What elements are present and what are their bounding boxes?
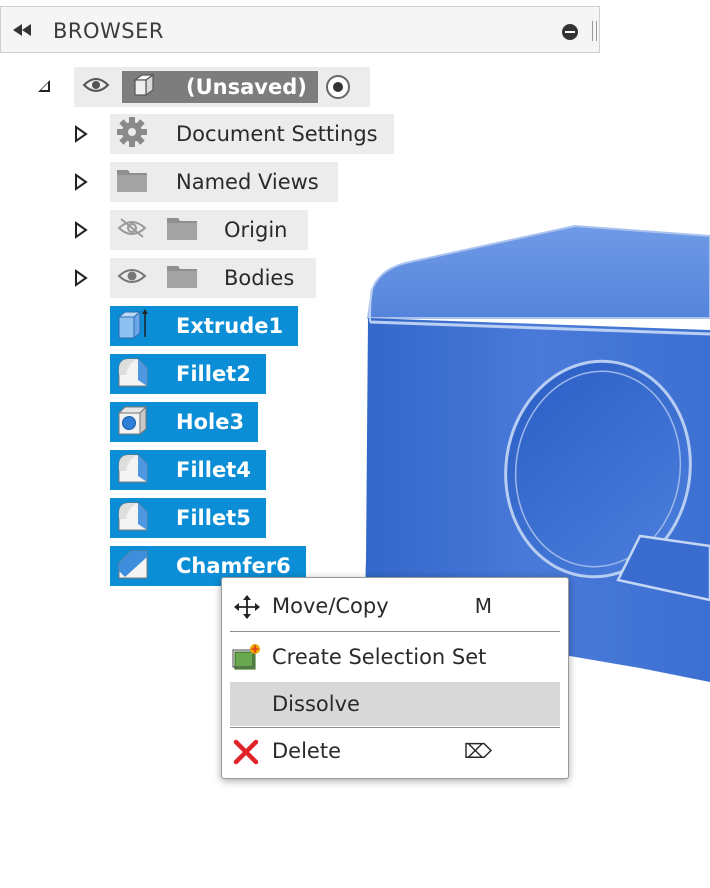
tree-feature-hole3[interactable]: Hole3	[110, 402, 258, 442]
root-component-label: (Unsaved)	[186, 75, 307, 99]
tree-folder-bodies[interactable]: Bodies	[110, 258, 316, 298]
gear-icon	[116, 116, 148, 152]
component-icon	[130, 72, 156, 102]
move-arrows-icon	[232, 594, 262, 624]
menu-separator	[230, 727, 560, 728]
menu-item-label: Move/Copy	[272, 594, 389, 618]
browser-panel-header: BROWSER	[0, 6, 600, 53]
browser-title: BROWSER	[53, 19, 164, 43]
expand-triangle-icon[interactable]	[74, 173, 88, 195]
activate-component-radio[interactable]	[326, 75, 350, 99]
folder-icon	[116, 167, 148, 197]
menu-item-delete[interactable]: Delete ⌦	[230, 729, 560, 773]
tree-folder-document-settings[interactable]: Document Settings	[110, 114, 394, 154]
extrude-icon	[116, 307, 150, 345]
expand-triangle-icon[interactable]	[74, 221, 88, 243]
eye-icon[interactable]	[82, 75, 110, 99]
context-menu: Move/Copy M Create Selection Set Dissolv…	[221, 577, 569, 779]
component-name-box[interactable]: (Unsaved)	[122, 71, 318, 103]
tree-item-label: Bodies	[224, 266, 295, 290]
root-expand-triangle-icon[interactable]	[36, 78, 54, 98]
expand-triangle-icon[interactable]	[74, 125, 88, 147]
tree-item-label: Named Views	[176, 170, 319, 194]
collapse-panel-icon[interactable]	[11, 21, 35, 43]
red-x-icon	[232, 739, 260, 769]
tree-item-label: Fillet4	[176, 458, 251, 482]
expand-triangle-icon[interactable]	[74, 269, 88, 291]
tree-item-label: Fillet2	[176, 362, 251, 386]
eye-icon[interactable]	[116, 265, 148, 291]
tree-item-label: Origin	[224, 218, 288, 242]
tree-folder-origin[interactable]: Origin	[110, 210, 308, 250]
folder-icon	[166, 215, 198, 245]
tree-item-label: Document Settings	[176, 122, 378, 146]
menu-item-label: Create Selection Set	[272, 645, 487, 669]
tree-root-component[interactable]: (Unsaved)	[74, 67, 370, 107]
tree-item-label: Chamfer6	[176, 554, 291, 578]
tree-feature-fillet2[interactable]: Fillet2	[110, 354, 266, 394]
hole-icon	[116, 403, 150, 441]
tree-feature-fillet4[interactable]: Fillet4	[110, 450, 266, 490]
menu-item-shortcut: M	[474, 594, 492, 618]
tree-item-label: Extrude1	[176, 314, 284, 338]
eye-hidden-icon[interactable]	[116, 217, 148, 243]
menu-separator	[230, 631, 560, 632]
tree-feature-extrude1[interactable]: Extrude1	[110, 306, 298, 346]
fillet-icon	[116, 499, 150, 537]
tree-feature-fillet5[interactable]: Fillet5	[110, 498, 266, 538]
tree-item-label: Hole3	[176, 410, 245, 434]
delete-key-icon: ⌦	[463, 739, 492, 763]
pin-panel-icon[interactable]	[562, 24, 578, 40]
menu-item-move-copy[interactable]: Move/Copy M	[230, 584, 560, 628]
fillet-icon	[116, 355, 150, 393]
chamfer-icon	[116, 547, 150, 585]
selection-set-icon	[232, 643, 262, 675]
tree-folder-named-views[interactable]: Named Views	[110, 162, 338, 202]
panel-resize-grip[interactable]	[592, 21, 597, 41]
menu-item-label: Dissolve	[272, 692, 360, 716]
menu-item-label: Delete	[272, 739, 341, 763]
folder-icon	[166, 263, 198, 293]
menu-item-create-selection-set[interactable]: Create Selection Set	[230, 635, 560, 679]
tree-item-label: Fillet5	[176, 506, 251, 530]
menu-item-dissolve[interactable]: Dissolve	[230, 682, 560, 726]
fillet-icon	[116, 451, 150, 489]
